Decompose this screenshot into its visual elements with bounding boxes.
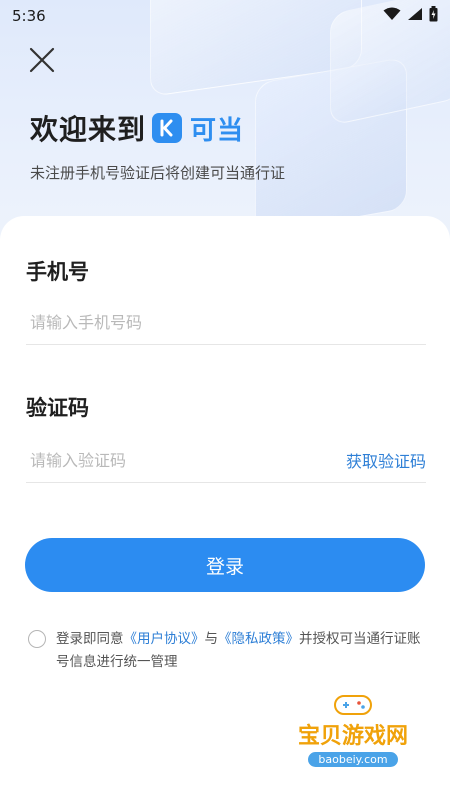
close-icon bbox=[29, 47, 55, 77]
subtitle: 未注册手机号验证后将创建可当通行证 bbox=[30, 164, 286, 182]
phone-input-row bbox=[26, 300, 426, 345]
battery-icon bbox=[429, 6, 438, 26]
user-agreement-link[interactable]: 《用户协议》 bbox=[124, 631, 205, 647]
phone-input[interactable] bbox=[26, 312, 314, 332]
get-code-button[interactable]: 获取验证码 bbox=[346, 448, 426, 472]
status-icons bbox=[383, 6, 438, 26]
watermark-url: baobeiy.com bbox=[308, 752, 398, 767]
phone-label: 手机号 bbox=[26, 260, 89, 284]
agreement: 登录即同意《用户协议》与《隐私政策》并授权可当通行证账号信息进行统一管理 bbox=[28, 628, 428, 674]
agreement-prefix: 登录即同意 bbox=[56, 631, 124, 647]
agreement-and: 与 bbox=[204, 631, 219, 647]
code-label: 验证码 bbox=[26, 396, 89, 420]
watermark: 宝贝游戏网 baobeiy.com bbox=[278, 692, 428, 780]
brand-name: 可当 bbox=[190, 115, 245, 146]
code-input-row: 获取验证码 bbox=[26, 438, 426, 483]
watermark-title: 宝贝游戏网 bbox=[297, 724, 408, 749]
privacy-policy-link[interactable]: 《隐私政策》 bbox=[218, 631, 299, 647]
agreement-checkbox[interactable] bbox=[28, 630, 46, 648]
wifi-icon bbox=[383, 7, 401, 25]
cellular-signal-icon bbox=[407, 7, 423, 25]
close-button[interactable] bbox=[24, 44, 60, 80]
welcome-title: 欢迎来到 可当 bbox=[30, 108, 244, 148]
brand-logo-icon bbox=[152, 113, 183, 143]
welcome-text: 欢迎来到 bbox=[30, 113, 147, 146]
code-input[interactable] bbox=[26, 450, 314, 470]
status-time: 5:36 bbox=[12, 7, 46, 25]
agreement-text: 登录即同意《用户协议》与《隐私政策》并授权可当通行证账号信息进行统一管理 bbox=[56, 628, 428, 674]
status-bar: 5:36 bbox=[0, 0, 450, 32]
login-button[interactable]: 登录 bbox=[25, 538, 425, 592]
